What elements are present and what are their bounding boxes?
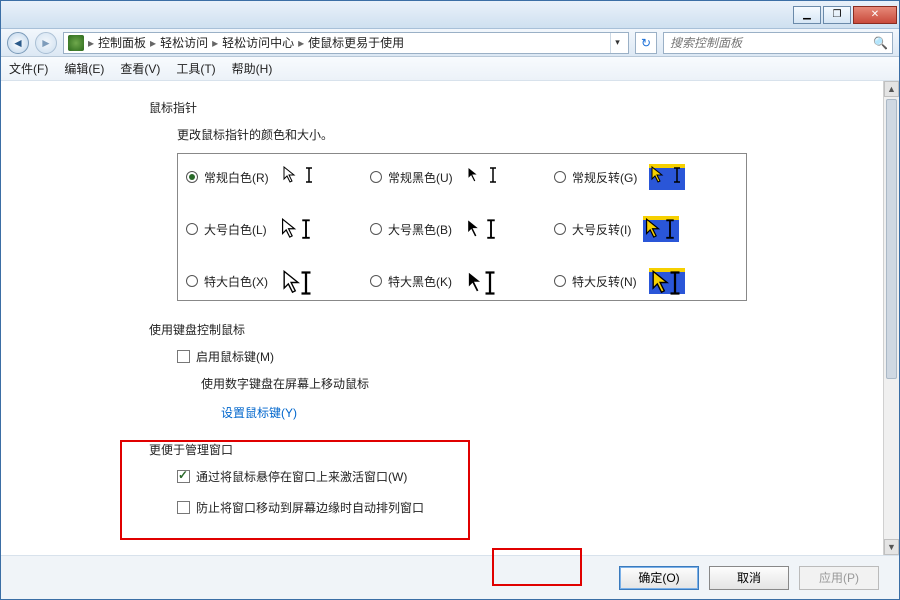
menu-view[interactable]: 查看(V)	[120, 60, 160, 77]
cursor-preview	[279, 216, 315, 242]
pointer-option[interactable]: 特大黑色(K)	[370, 268, 554, 294]
chevron-right-icon: ▸	[298, 36, 304, 50]
pointer-option-label: 大号白色(L)	[204, 221, 267, 238]
minimize-button[interactable]: ▁	[793, 6, 821, 24]
ok-button[interactable]: 确定(O)	[619, 566, 699, 590]
radio[interactable]	[186, 223, 198, 235]
breadcrumb[interactable]: ▸ 控制面板 ▸ 轻松访问 ▸ 轻松访问中心 ▸ 使鼠标更易于使用 ▾	[63, 32, 629, 54]
radio[interactable]	[370, 171, 382, 183]
checkbox-label: 通过将鼠标悬停在窗口上来激活窗口(W)	[196, 468, 407, 485]
section-title-keyboard: 使用键盘控制鼠标	[149, 321, 859, 338]
pointer-option-label: 特大白色(X)	[204, 273, 268, 290]
window-titlebar: ▁ ❐ ✕	[1, 1, 899, 29]
hover-activate-row[interactable]: 通过将鼠标悬停在窗口上来激活窗口(W)	[177, 468, 859, 485]
enable-mousekeys-row[interactable]: 启用鼠标键(M)	[177, 348, 859, 365]
menu-tools[interactable]: 工具(T)	[176, 60, 215, 77]
pointer-option-label: 常规黑色(U)	[388, 169, 453, 186]
apply-button[interactable]: 应用(P)	[799, 566, 879, 590]
cursor-preview	[465, 164, 501, 190]
chevron-right-icon: ▸	[150, 36, 156, 50]
pointer-option-label: 特大黑色(K)	[388, 273, 452, 290]
cursor-preview	[281, 164, 317, 190]
pointer-option[interactable]: 特大反转(N)	[554, 268, 738, 294]
section-title-windows: 更便于管理窗口	[149, 441, 859, 458]
pointer-option-label: 特大反转(N)	[572, 273, 637, 290]
checkbox[interactable]	[177, 501, 190, 514]
mousekeys-description: 使用数字键盘在屏幕上移动鼠标	[201, 375, 859, 392]
search-input[interactable]	[668, 35, 873, 51]
pointer-option[interactable]: 特大白色(X)	[186, 268, 370, 294]
checkbox-label: 启用鼠标键(M)	[196, 348, 274, 365]
checkbox-label: 防止将窗口移动到屏幕边缘时自动排列窗口	[196, 499, 424, 516]
search-box[interactable]: 🔍	[663, 32, 893, 54]
cursor-preview	[649, 164, 685, 190]
breadcrumb-item[interactable]: 轻松访问	[160, 34, 208, 51]
pointer-option[interactable]: 大号白色(L)	[186, 216, 370, 242]
menu-bar: 文件(F) 编辑(E) 查看(V) 工具(T) 帮助(H)	[1, 57, 899, 81]
pointer-option[interactable]: 大号反转(I)	[554, 216, 738, 242]
chevron-right-icon: ▸	[212, 36, 218, 50]
cursor-preview	[649, 268, 685, 294]
content-area: 鼠标指针 更改鼠标指针的颜色和大小。 常规白色(R) 常规黑色(U) 常规反转(…	[1, 81, 883, 555]
control-panel-icon	[68, 35, 84, 51]
scroll-thumb[interactable]	[886, 99, 897, 379]
section-subtitle: 更改鼠标指针的颜色和大小。	[177, 126, 859, 143]
refresh-button[interactable]: ↻	[635, 32, 657, 54]
breadcrumb-item[interactable]: 使鼠标更易于使用	[308, 34, 404, 51]
checkbox[interactable]	[177, 470, 190, 483]
menu-help[interactable]: 帮助(H)	[232, 60, 273, 77]
pointer-option-label: 常规白色(R)	[204, 169, 269, 186]
maximize-button[interactable]: ❐	[823, 6, 851, 24]
pointer-option-label: 常规反转(G)	[572, 169, 637, 186]
breadcrumb-item[interactable]: 轻松访问中心	[222, 34, 294, 51]
pointer-option[interactable]: 常规黑色(U)	[370, 164, 554, 190]
radio[interactable]	[370, 223, 382, 235]
radio[interactable]	[554, 223, 566, 235]
address-bar: ◄ ► ▸ 控制面板 ▸ 轻松访问 ▸ 轻松访问中心 ▸ 使鼠标更易于使用 ▾ …	[1, 29, 899, 57]
section-title-pointers: 鼠标指针	[149, 99, 859, 116]
vertical-scrollbar[interactable]: ▲ ▼	[883, 81, 899, 555]
pointer-option-label: 大号反转(I)	[572, 221, 631, 238]
checkbox[interactable]	[177, 350, 190, 363]
radio[interactable]	[186, 275, 198, 287]
menu-edit[interactable]: 编辑(E)	[64, 60, 104, 77]
breadcrumb-dropdown[interactable]: ▾	[610, 33, 624, 53]
pointer-options-box: 常规白色(R) 常规黑色(U) 常规反转(G) 大号白色(L)	[177, 153, 747, 301]
scroll-up-arrow[interactable]: ▲	[884, 81, 899, 97]
cancel-button[interactable]: 取消	[709, 566, 789, 590]
pointer-option[interactable]: 常规反转(G)	[554, 164, 738, 190]
cursor-preview	[464, 216, 500, 242]
scroll-down-arrow[interactable]: ▼	[884, 539, 899, 555]
search-icon: 🔍	[873, 36, 888, 50]
radio[interactable]	[186, 171, 198, 183]
pointer-option-label: 大号黑色(B)	[388, 221, 452, 238]
menu-file[interactable]: 文件(F)	[9, 60, 48, 77]
chevron-right-icon: ▸	[88, 36, 94, 50]
radio[interactable]	[554, 275, 566, 287]
pointer-option[interactable]: 常规白色(R)	[186, 164, 370, 190]
control-panel-window: ▁ ❐ ✕ ◄ ► ▸ 控制面板 ▸ 轻松访问 ▸ 轻松访问中心 ▸ 使鼠标更易…	[0, 0, 900, 600]
radio[interactable]	[554, 171, 566, 183]
cursor-preview	[464, 268, 500, 294]
close-button[interactable]: ✕	[853, 6, 897, 24]
radio[interactable]	[370, 275, 382, 287]
cursor-preview	[280, 268, 316, 294]
pointer-option[interactable]: 大号黑色(B)	[370, 216, 554, 242]
forward-button[interactable]: ►	[35, 32, 57, 54]
prevent-snap-row[interactable]: 防止将窗口移动到屏幕边缘时自动排列窗口	[177, 499, 859, 516]
breadcrumb-item[interactable]: 控制面板	[98, 34, 146, 51]
dialog-buttons: 确定(O) 取消 应用(P)	[1, 555, 899, 599]
mousekeys-settings-link[interactable]: 设置鼠标键(Y)	[221, 404, 297, 421]
back-button[interactable]: ◄	[7, 32, 29, 54]
cursor-preview	[643, 216, 679, 242]
